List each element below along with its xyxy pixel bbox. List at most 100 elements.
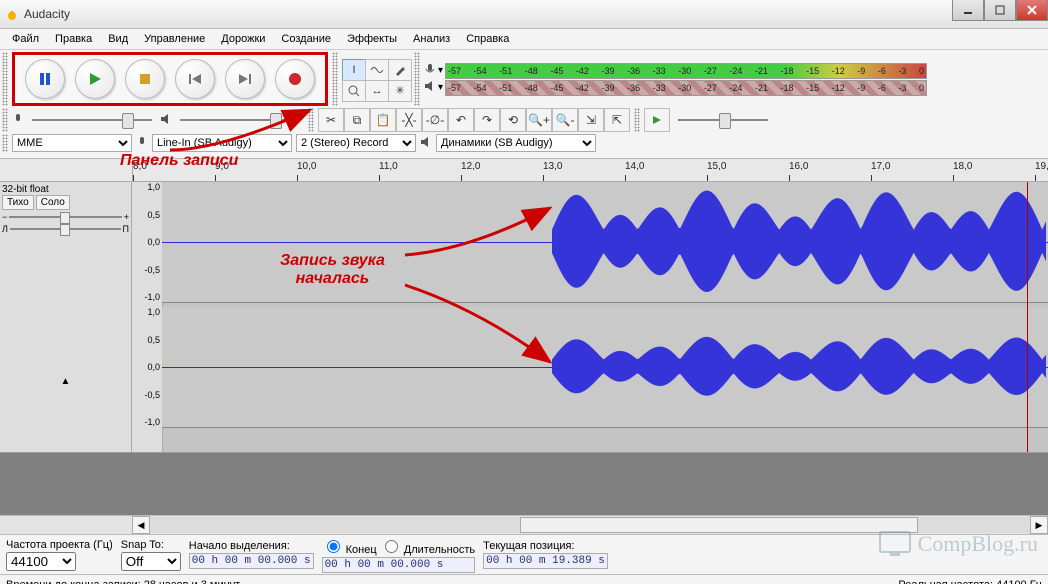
waveform <box>552 307 1046 426</box>
snap-select[interactable]: Off <box>121 552 181 571</box>
play-button[interactable] <box>75 59 115 99</box>
status-left: Времени до конца записи: 28 часов и 3 ми… <box>6 579 242 584</box>
menu-effects[interactable]: Эффекты <box>339 31 405 47</box>
close-button[interactable] <box>1016 0 1048 21</box>
audio-host-select[interactable]: MME <box>12 134 132 152</box>
titlebar: Audacity <box>0 0 1048 29</box>
selection-tool[interactable]: I <box>342 59 366 81</box>
length-radio[interactable]: Длительность <box>380 544 475 556</box>
trim-button[interactable]: ‑╳‑ <box>396 108 422 132</box>
channel-left[interactable] <box>162 182 1048 303</box>
menu-transport[interactable]: Управление <box>136 31 213 47</box>
statusbar: Времени до конца записи: 28 часов и 3 ми… <box>0 574 1048 584</box>
skip-end-button[interactable] <box>225 59 265 99</box>
track-area: 32-bit float Тихо Соло −+ ЛП ▲ 1,00,50,0… <box>0 182 1048 453</box>
timeline-ruler[interactable]: 8,09,010,011,012,013,014,015,016,017,018… <box>0 159 1048 182</box>
pause-button[interactable] <box>25 59 65 99</box>
grip[interactable] <box>332 52 338 106</box>
envelope-tool[interactable] <box>365 59 389 81</box>
speaker-icon <box>424 80 436 95</box>
grip[interactable] <box>2 134 8 152</box>
watermark: CompBlog.ru <box>878 530 1038 558</box>
menubar: Файл Правка Вид Управление Дорожки Созда… <box>0 29 1048 50</box>
menu-analyze[interactable]: Анализ <box>405 31 458 47</box>
play-volume-slider[interactable] <box>176 110 304 130</box>
collapse-button[interactable]: ▲ <box>2 376 129 387</box>
maximize-button[interactable] <box>984 0 1016 21</box>
record-button[interactable] <box>275 59 315 99</box>
grip[interactable] <box>2 52 8 106</box>
status-right: Реальная частота: 44100 Гц <box>898 579 1042 584</box>
stop-button[interactable] <box>125 59 165 99</box>
speaker-icon <box>160 113 172 128</box>
transport-toolbar <box>12 52 328 106</box>
gain-slider[interactable]: −+ <box>2 212 129 222</box>
selection-start-field[interactable]: 00 h 00 m 00.000 s <box>189 553 314 569</box>
zoom-in-button[interactable]: 🔍+ <box>526 108 552 132</box>
track-header[interactable]: 32-bit float Тихо Соло −+ ЛП ▲ <box>0 182 132 452</box>
redo-button[interactable]: ↷ <box>474 108 500 132</box>
grip[interactable] <box>2 108 8 132</box>
scroll-left-button[interactable]: ◀ <box>132 516 150 534</box>
play-cursor <box>1027 182 1028 452</box>
window-title: Audacity <box>24 7 70 21</box>
fit-selection-button[interactable]: ⇲ <box>578 108 604 132</box>
solo-button[interactable]: Соло <box>36 195 70 210</box>
pan-slider[interactable]: ЛП <box>2 224 129 234</box>
selection-start-label: Начало выделения: <box>189 540 314 552</box>
record-meter[interactable]: -57-54-51-48-45-42-39-36-33-30-27-24-21-… <box>445 63 927 79</box>
play-meter[interactable]: -57-54-51-48-45-42-39-36-33-30-27-24-21-… <box>445 80 927 96</box>
end-radio[interactable]: Конец <box>322 544 377 556</box>
play-at-speed-button[interactable] <box>644 108 670 132</box>
menu-generate[interactable]: Создание <box>273 31 339 47</box>
minimize-button[interactable] <box>952 0 984 21</box>
play-speed-slider[interactable] <box>674 110 772 130</box>
project-rate-select[interactable]: 44100 <box>6 552 76 571</box>
waveform-area[interactable]: 1,00,50,0-0,5-1,0 1,00,50,0-0,5-1,0 <box>132 182 1048 452</box>
paste-button[interactable]: 📋 <box>370 108 396 132</box>
zoom-tool[interactable] <box>342 80 366 102</box>
transcription-toolbar <box>644 108 670 132</box>
zoom-out-button[interactable]: 🔍- <box>552 108 578 132</box>
cut-button[interactable]: ✂ <box>318 108 344 132</box>
mic-icon <box>424 63 436 78</box>
multi-tool[interactable]: ✳ <box>388 80 412 102</box>
track-format-label: 32-bit float <box>2 184 129 195</box>
mute-button[interactable]: Тихо <box>2 195 34 210</box>
rec-volume-slider[interactable] <box>28 110 156 130</box>
mic-icon <box>12 113 24 128</box>
copy-button[interactable]: ⧉ <box>344 108 370 132</box>
skip-start-button[interactable] <box>175 59 215 99</box>
menu-tracks[interactable]: Дорожки <box>213 31 273 47</box>
rec-channels-select[interactable]: 2 (Stereo) Record <box>296 134 416 152</box>
project-rate-label: Частота проекта (Гц) <box>6 539 113 551</box>
grip[interactable] <box>414 52 420 106</box>
channel-right[interactable] <box>162 307 1048 428</box>
speaker-icon <box>420 136 432 151</box>
undo-button[interactable]: ↶ <box>448 108 474 132</box>
tools-toolbar: I ↔ ✳ <box>342 59 410 100</box>
edit-toolbar: ✂ ⧉ 📋 ‑╳‑ ‑∅‑ ↶ ↷ ⟲ 🔍+ 🔍- ⇲ ⇱ <box>318 108 630 132</box>
silence-button[interactable]: ‑∅‑ <box>422 108 448 132</box>
waveform <box>552 182 1046 301</box>
menu-help[interactable]: Справка <box>458 31 517 47</box>
play-device-select[interactable]: Динамики (SB Audigy) <box>436 134 596 152</box>
rec-device-select[interactable]: Line-In (SB Audigy) <box>152 134 292 152</box>
menu-file[interactable]: Файл <box>4 31 47 47</box>
timeshift-tool[interactable]: ↔ <box>365 80 389 102</box>
mic-icon <box>136 136 148 151</box>
menu-view[interactable]: Вид <box>100 31 136 47</box>
audio-position-label: Текущая позиция: <box>483 540 608 552</box>
empty-track-area[interactable] <box>0 453 1048 515</box>
grip[interactable] <box>634 108 640 132</box>
sync-lock-button[interactable]: ⟲ <box>500 108 526 132</box>
grip[interactable] <box>308 108 314 132</box>
selection-end-field[interactable]: 00 h 00 m 00.000 s <box>322 557 476 573</box>
app-icon <box>4 6 20 22</box>
fit-project-button[interactable]: ⇱ <box>604 108 630 132</box>
snap-label: Snap To: <box>121 539 181 551</box>
audio-position-field[interactable]: 00 h 00 m 19.389 s <box>483 553 608 569</box>
toolbars: I ↔ ✳ ▾ -57-54-51-48-45-42-39-36-33-30-2… <box>0 50 1048 159</box>
menu-edit[interactable]: Правка <box>47 31 100 47</box>
draw-tool[interactable] <box>388 59 412 81</box>
